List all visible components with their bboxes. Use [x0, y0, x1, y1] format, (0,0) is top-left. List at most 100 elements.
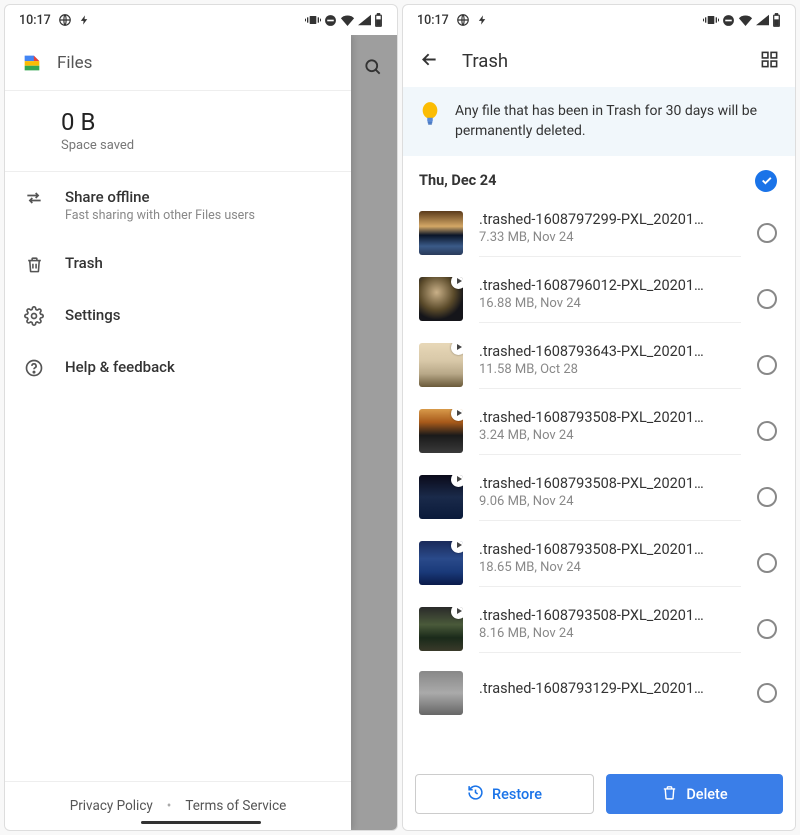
file-sub: 16.88 MB, Nov 24 — [479, 296, 741, 311]
wifi-icon — [340, 14, 355, 26]
file-name: .trashed-1608793508-PXL_20201… — [479, 607, 741, 624]
separator-dot: • — [167, 798, 172, 814]
file-meta: .trashed-1608793508-PXL_20201…18.65 MB, … — [479, 539, 741, 587]
page-title: Trash — [462, 50, 508, 72]
file-meta: .trashed-1608793508-PXL_20201… 3.24 MB, N… — [479, 407, 741, 455]
file-radio[interactable] — [757, 487, 777, 507]
file-row[interactable]: .trashed-1608793643-PXL_20201…11.58 MB, … — [403, 332, 795, 398]
restore-button[interactable]: Restore — [415, 774, 594, 814]
play-icon — [451, 475, 463, 487]
file-thumbnail — [419, 475, 463, 519]
delete-button[interactable]: Delete — [606, 774, 783, 814]
vibrate-icon — [703, 14, 719, 26]
play-icon — [451, 343, 463, 355]
file-thumbnail — [419, 343, 463, 387]
drawer-header: Files — [5, 35, 351, 91]
bolt-icon — [477, 13, 488, 27]
file-sub: 3.24 MB, Nov 24 — [479, 428, 741, 443]
file-row[interactable]: .trashed-1608793129-PXL_20201… — [403, 662, 795, 724]
play-icon — [451, 409, 463, 421]
file-thumbnail — [419, 607, 463, 651]
trash-icon — [23, 253, 45, 275]
restore-label: Restore — [492, 786, 542, 803]
file-radio[interactable] — [757, 421, 777, 441]
file-thumbnail — [419, 211, 463, 255]
play-icon — [451, 541, 463, 553]
drawer-title: Files — [57, 53, 92, 73]
file-meta: .trashed-1608793508-PXL_20201… 8.16 MB, N… — [479, 605, 741, 653]
drawer-item-label: Share offline — [65, 188, 333, 206]
file-list: .trashed-1608797299-PXL_20201… 7.33 MB, N… — [403, 200, 795, 764]
navigation-drawer: Files 0 B Space saved Share offline Fast… — [5, 35, 351, 830]
drawer-item-label: Settings — [65, 306, 333, 324]
battery-icon — [772, 13, 781, 27]
file-row[interactable]: .trashed-1608793508-PXL_20201…9.06 MB, N… — [403, 464, 795, 530]
file-meta: .trashed-1608793129-PXL_20201… — [479, 678, 741, 708]
privacy-link[interactable]: Privacy Policy — [70, 798, 153, 814]
signal-icon — [358, 14, 371, 26]
drawer-item-label: Help & feedback — [65, 358, 333, 376]
date-header: Thu, Dec 24 — [403, 156, 795, 200]
status-time: 10:17 — [417, 13, 449, 28]
home-indicator[interactable] — [141, 821, 261, 824]
file-radio[interactable] — [757, 289, 777, 309]
space-saved-block: 0 B Space saved — [5, 91, 351, 172]
space-value: 0 B — [61, 109, 331, 135]
play-icon — [451, 607, 463, 619]
file-name: .trashed-1608793643-PXL_20201… — [479, 343, 741, 360]
file-radio[interactable] — [757, 553, 777, 573]
file-row[interactable]: .trashed-1608793508-PXL_20201…18.65 MB, … — [403, 530, 795, 596]
globe-icon — [58, 13, 72, 27]
file-name: .trashed-1608797299-PXL_20201… — [479, 211, 741, 228]
drawer-scrim[interactable] — [349, 35, 397, 830]
status-bar: 10:17 — [403, 5, 795, 35]
drawer-item-label: Trash — [65, 254, 333, 272]
banner-text: Any file that has been in Trash for 30 d… — [455, 101, 779, 142]
select-all-checkbox[interactable] — [755, 170, 777, 192]
back-icon[interactable] — [419, 49, 440, 74]
vibrate-icon — [305, 14, 321, 26]
date-label: Thu, Dec 24 — [419, 172, 496, 189]
file-meta: .trashed-1608793643-PXL_20201…11.58 MB, … — [479, 341, 741, 389]
search-icon[interactable] — [363, 57, 383, 81]
file-sub: 7.33 MB, Nov 24 — [479, 230, 741, 245]
file-row[interactable]: .trashed-1608797299-PXL_20201… 7.33 MB, N… — [403, 200, 795, 266]
file-name: .trashed-1608793508-PXL_20201… — [479, 541, 741, 558]
file-meta: .trashed-1608793508-PXL_20201…9.06 MB, N… — [479, 473, 741, 521]
swap-icon — [23, 187, 45, 209]
info-banner: Any file that has been in Trash for 30 d… — [403, 87, 795, 156]
help-icon — [23, 357, 45, 379]
file-thumbnail — [419, 277, 463, 321]
file-row[interactable]: .trashed-1608793508-PXL_20201… 3.24 MB, N… — [403, 398, 795, 464]
status-time: 10:17 — [19, 13, 51, 28]
dnd-icon — [722, 14, 735, 27]
file-radio[interactable] — [757, 619, 777, 639]
drawer-item-trash[interactable]: Trash — [5, 238, 351, 290]
drawer-item-settings[interactable]: Settings — [5, 290, 351, 342]
file-radio[interactable] — [757, 355, 777, 375]
file-row[interactable]: .trashed-1608796012-PXL_20201… 16.88 MB, … — [403, 266, 795, 332]
signal-icon — [756, 14, 769, 26]
file-radio[interactable] — [757, 223, 777, 243]
restore-icon — [467, 784, 484, 805]
file-radio[interactable] — [757, 683, 777, 703]
file-thumbnail — [419, 541, 463, 585]
space-label: Space saved — [61, 138, 331, 153]
terms-link[interactable]: Terms of Service — [185, 798, 286, 814]
file-row[interactable]: .trashed-1608793508-PXL_20201… 8.16 MB, N… — [403, 596, 795, 662]
bolt-icon — [79, 13, 90, 27]
file-sub: 8.16 MB, Nov 24 — [479, 626, 741, 641]
grid-view-icon[interactable] — [760, 50, 779, 73]
file-name: .trashed-1608793508-PXL_20201… — [479, 409, 741, 426]
drawer-item-share-offline[interactable]: Share offline Fast sharing with other Fi… — [5, 172, 351, 238]
file-thumbnail — [419, 409, 463, 453]
play-icon — [451, 277, 463, 289]
file-name: .trashed-1608796012-PXL_20201… — [479, 277, 741, 294]
file-name: .trashed-1608793129-PXL_20201… — [479, 680, 741, 697]
file-meta: .trashed-1608796012-PXL_20201… 16.88 MB, … — [479, 275, 741, 323]
battery-icon — [374, 13, 383, 27]
drawer-item-help[interactable]: Help & feedback — [5, 342, 351, 394]
dnd-icon — [324, 14, 337, 27]
status-bar: 10:17 — [5, 5, 397, 35]
trash-header: Trash — [403, 35, 795, 87]
